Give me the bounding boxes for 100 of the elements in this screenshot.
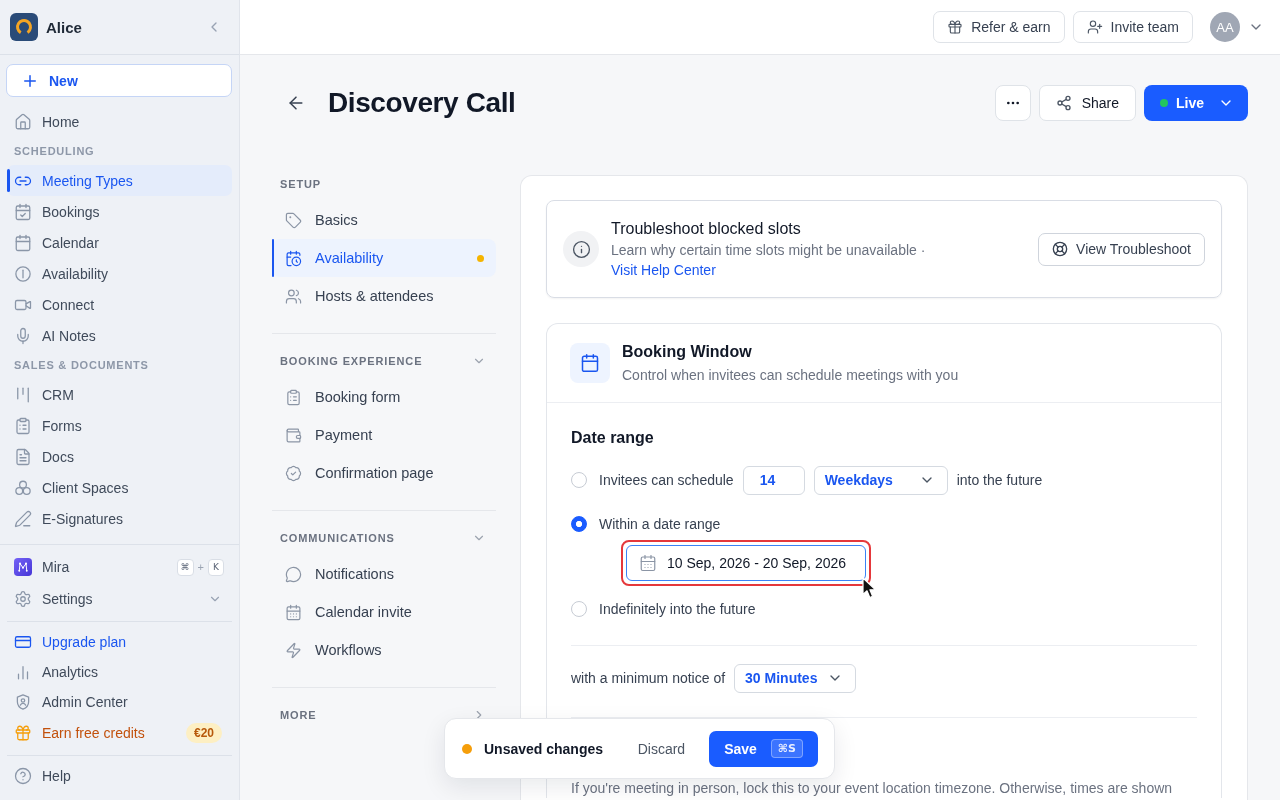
sidebar-item[interactable]: E-Signatures bbox=[7, 503, 232, 534]
shortcut-key: K bbox=[208, 558, 224, 576]
nav-section-toggle[interactable]: BOOKING EXPERIENCE bbox=[272, 352, 496, 370]
lifebuoy-icon bbox=[1052, 241, 1069, 257]
settings-nav-item[interactable]: Hosts & attendees bbox=[272, 277, 496, 315]
workspace-name: Alice bbox=[46, 18, 83, 36]
settings-nav-item[interactable]: Availability bbox=[272, 239, 496, 277]
calendar-icon bbox=[14, 233, 32, 252]
settings-icon bbox=[14, 590, 32, 608]
microphone-icon bbox=[14, 326, 32, 345]
app-logo-icon bbox=[14, 558, 32, 576]
three-circles-icon bbox=[14, 478, 32, 497]
calendar-clock-icon bbox=[285, 249, 302, 267]
timezone-note: If you're meeting in person, lock this to your event location timezone. Otherwise, times are shown bbox=[571, 779, 1174, 798]
clipboard-icon bbox=[14, 416, 32, 435]
new-button[interactable]: New bbox=[6, 64, 232, 97]
sidebar-item[interactable]: Home bbox=[7, 106, 232, 137]
settings-nav-item[interactable]: Calendar invite bbox=[272, 593, 496, 631]
option-label: Within a date range bbox=[599, 516, 721, 532]
sidebar-item[interactable]: Upgrade plan bbox=[7, 627, 232, 657]
settings-nav-item[interactable]: Notifications bbox=[272, 555, 496, 593]
sidebar-item[interactable]: Meeting Types bbox=[7, 165, 232, 196]
settings-nav-item[interactable]: Confirmation page bbox=[272, 454, 496, 492]
more-button[interactable] bbox=[994, 85, 1031, 121]
help-center-link[interactable]: Visit Help Center bbox=[611, 262, 716, 278]
settings-nav-item[interactable]: Basics bbox=[272, 201, 496, 239]
clipboard-icon bbox=[285, 388, 302, 406]
nav-section-heading: SETUP bbox=[279, 177, 323, 192]
pen-icon bbox=[14, 509, 32, 528]
unsaved-message: Unsaved changes bbox=[484, 740, 604, 757]
page-title: Discovery Call bbox=[328, 87, 516, 119]
credit-badge: €20 bbox=[185, 723, 222, 743]
lightning-icon bbox=[285, 641, 302, 659]
sidebar-item[interactable]: Forms bbox=[7, 410, 232, 441]
shortcut-key: ⌘ bbox=[176, 558, 194, 576]
notice-label: with a minimum notice of bbox=[571, 670, 726, 686]
publish-status-button[interactable]: Live bbox=[1144, 85, 1248, 121]
sidebar-item[interactable]: AI Notes bbox=[7, 320, 232, 351]
date-range-field[interactable]: 10 Sep, 2026 - 20 Sep, 2026 bbox=[626, 545, 866, 581]
workspace-logo-icon bbox=[10, 13, 38, 41]
troubleshoot-description: Learn why certain time slots might be unavailable · Visit Help Center bbox=[611, 241, 927, 280]
cursor-icon bbox=[862, 577, 877, 599]
shield-person-icon bbox=[14, 693, 32, 711]
card-title: Troubleshoot blocked slots bbox=[611, 219, 802, 239]
calendar-icon bbox=[639, 554, 657, 572]
option-label: Invitees can schedule bbox=[599, 472, 734, 488]
radio-button[interactable] bbox=[571, 516, 587, 532]
wallet-icon bbox=[285, 426, 302, 444]
sidebar-item[interactable]: Docs bbox=[7, 441, 232, 472]
sidebar-item[interactable]: Admin Center bbox=[7, 687, 232, 717]
shortcut-plus: + bbox=[197, 561, 204, 573]
calendar-tile-icon bbox=[570, 343, 610, 383]
nav-section-toggle[interactable]: COMMUNICATIONS bbox=[272, 529, 496, 547]
calendar-check-icon bbox=[14, 202, 32, 221]
discard-button[interactable]: Discard bbox=[637, 740, 686, 757]
top-bar-button[interactable]: Invite team bbox=[1072, 11, 1193, 43]
option-label: into the future bbox=[956, 472, 1043, 488]
sidebar-item[interactable]: Connect bbox=[7, 289, 232, 320]
info-icon bbox=[563, 231, 599, 267]
card-subtitle: Control when invitees can schedule meetings with you bbox=[622, 366, 959, 385]
sidebar-item[interactable]: Settings bbox=[7, 583, 232, 615]
settings-nav-item[interactable]: Payment bbox=[272, 416, 496, 454]
nav-section-heading: SALES & DOCUMENTS bbox=[13, 358, 150, 373]
shortcut-key: ⌘S bbox=[770, 739, 803, 758]
credit-card-icon bbox=[14, 633, 32, 651]
unit-select[interactable]: Weekdays bbox=[813, 465, 948, 495]
card-title: Booking Window bbox=[622, 342, 753, 362]
sidebar-item[interactable]: Help bbox=[7, 761, 232, 791]
unsaved-dot-icon bbox=[462, 743, 472, 754]
top-bar-button[interactable]: Refer & earn bbox=[933, 11, 1065, 43]
gift-icon bbox=[947, 19, 964, 35]
document-icon bbox=[14, 447, 32, 466]
sidebar-item[interactable]: Mira bbox=[7, 551, 80, 583]
settings-nav-item[interactable]: Workflows bbox=[272, 631, 496, 669]
option-label: Indefinitely into the future bbox=[599, 601, 756, 617]
speech-bubble-icon bbox=[285, 565, 302, 583]
notice-select[interactable]: 30 Minutes bbox=[734, 663, 857, 693]
gift-icon bbox=[14, 724, 32, 742]
share-button[interactable]: Share bbox=[1038, 85, 1136, 121]
section-title: Date range bbox=[571, 428, 655, 448]
sidebar-item[interactable]: Earn free credits bbox=[7, 717, 155, 749]
settings-nav-item[interactable]: Booking form bbox=[272, 378, 496, 416]
sidebar-item[interactable]: CRM bbox=[7, 379, 232, 410]
save-button[interactable]: Save ⌘S bbox=[709, 730, 818, 767]
help-icon bbox=[14, 767, 32, 785]
days-input[interactable]: 14 bbox=[742, 465, 805, 495]
sidebar-item[interactable]: Analytics bbox=[7, 657, 232, 687]
tag-icon bbox=[285, 211, 302, 229]
people-icon bbox=[285, 287, 302, 305]
view-troubleshoot-button[interactable]: View Troubleshoot bbox=[1038, 232, 1205, 266]
circle-bar-icon bbox=[14, 264, 32, 283]
nav-section-heading: SCHEDULING bbox=[13, 144, 96, 159]
calendar-icon bbox=[285, 603, 302, 621]
nav-section-toggle[interactable]: MORE bbox=[272, 706, 496, 724]
sidebar-item[interactable]: Calendar bbox=[7, 227, 232, 258]
add-user-icon bbox=[1086, 19, 1103, 35]
badge-check-icon bbox=[285, 464, 302, 482]
sidebar-item[interactable]: Client Spaces bbox=[7, 472, 232, 503]
sidebar-item[interactable]: Bookings bbox=[7, 196, 232, 227]
sidebar-item[interactable]: Availability bbox=[7, 258, 232, 289]
